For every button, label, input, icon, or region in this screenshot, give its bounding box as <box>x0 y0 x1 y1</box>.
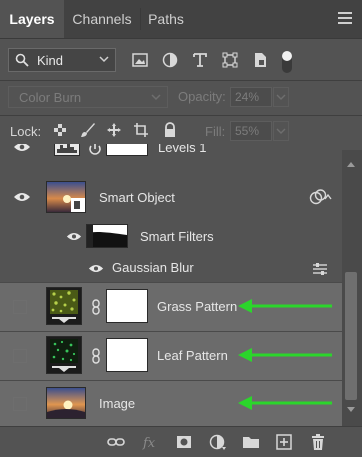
layer-row-levels[interactable]: Levels 1 <box>0 144 342 164</box>
visibility-toggle-empty[interactable] <box>13 300 27 314</box>
blend-mode-select[interactable]: Color Burn <box>8 86 168 108</box>
search-icon <box>15 53 29 67</box>
filter-blending-options-icon[interactable] <box>312 262 328 276</box>
layer-row-grass-pattern[interactable]: Grass Pattern <box>0 282 342 331</box>
smart-filters-label: Smart Filters <box>140 229 214 244</box>
fill-label: Fill: <box>205 124 226 139</box>
grass-pattern-mask-thumbnail <box>106 289 148 323</box>
lock-artboard-icon[interactable] <box>133 122 149 138</box>
new-adjustment-layer-icon[interactable] <box>208 433 226 451</box>
add-mask-icon[interactable] <box>175 433 193 451</box>
opacity-label: Opacity: <box>178 89 226 104</box>
panel-tab-bar: Layers Channels Paths <box>0 0 362 39</box>
levels-adjustment-thumbnail <box>54 144 80 156</box>
lock-position-move-icon[interactable] <box>106 122 122 138</box>
svg-text:fx: fx <box>142 436 156 451</box>
lock-pixels-brush-icon[interactable] <box>80 122 96 138</box>
layer-name: Levels 1 <box>158 144 207 155</box>
layer-name: Smart Object <box>99 190 175 205</box>
link-layers-icon[interactable] <box>107 433 125 451</box>
clip-link-icon <box>89 144 101 155</box>
chevron-down-icon <box>151 94 161 101</box>
image-layer-thumbnail <box>46 387 86 419</box>
layers-list: Levels 1 Smart Object Smart Filters Gaus… <box>0 144 342 426</box>
image-filter-icon[interactable] <box>131 51 149 69</box>
blend-mode-label: Color Burn <box>19 90 82 105</box>
delete-layer-trash-icon[interactable] <box>309 433 327 451</box>
layer-name: Image <box>99 396 136 411</box>
layer-row-smart-object[interactable]: Smart Object <box>0 176 342 218</box>
annotation-arrow-icon <box>238 396 332 410</box>
opacity-input[interactable]: 24% <box>230 87 272 107</box>
filter-kind-select[interactable]: Kind <box>8 48 116 72</box>
new-group-folder-icon[interactable] <box>242 433 260 451</box>
shape-filter-icon[interactable] <box>221 51 239 69</box>
annotation-arrow-icon <box>238 348 332 362</box>
new-layer-icon[interactable] <box>275 433 293 451</box>
fill-dropdown[interactable] <box>273 121 289 141</box>
eye-icon[interactable] <box>66 232 82 241</box>
filter-toggle[interactable] <box>282 51 292 73</box>
smart-filter-mask-thumbnail <box>86 224 128 248</box>
lock-label: Lock: <box>10 124 42 139</box>
layer-row-image[interactable]: Image <box>0 380 342 426</box>
tab-paths[interactable]: Paths <box>141 0 191 38</box>
leaf-pattern-mask-thumbnail <box>106 338 148 372</box>
visibility-toggle-empty[interactable] <box>13 349 27 363</box>
tab-channels[interactable]: Channels <box>64 0 140 38</box>
layers-bottom-toolbar: fx <box>0 426 362 457</box>
levels-mask-thumbnail <box>106 144 148 156</box>
layer-row-smart-filters[interactable]: Smart Filters <box>0 220 342 252</box>
annotation-arrow-icon <box>238 299 332 313</box>
layer-row-gaussian-blur[interactable]: Gaussian Blur <box>0 254 342 282</box>
scrollbar-thumb[interactable] <box>345 272 357 400</box>
layer-name: Leaf Pattern <box>157 348 228 363</box>
mask-link-chain-icon[interactable] <box>91 348 101 364</box>
eye-icon[interactable] <box>13 144 31 152</box>
layer-row-leaf-pattern[interactable]: Leaf Pattern <box>0 331 342 380</box>
chevron-down-icon <box>99 56 109 63</box>
adjustment-filter-icon[interactable] <box>161 51 179 69</box>
fx-layer-style-icon[interactable]: fx <box>142 433 160 451</box>
layers-panel: Layers Channels Paths Kind Color Burn Op… <box>0 0 362 457</box>
scroll-down-arrow-icon[interactable] <box>346 406 356 414</box>
eye-icon[interactable] <box>13 192 31 202</box>
filter-kind-label: Kind <box>37 53 64 68</box>
chevron-up-icon[interactable] <box>324 192 332 202</box>
smart-object-thumbnail <box>46 181 86 213</box>
fill-input[interactable]: 55% <box>230 121 272 141</box>
visibility-toggle-empty[interactable] <box>13 397 27 411</box>
scroll-up-arrow-icon[interactable] <box>346 160 356 168</box>
smart-object-filter-icon[interactable] <box>251 51 269 69</box>
lock-all-icon[interactable] <box>162 122 178 138</box>
leaf-pattern-thumbnail <box>46 336 82 374</box>
filter-name: Gaussian Blur <box>112 260 194 275</box>
lock-transparency-icon[interactable] <box>52 122 68 138</box>
panel-menu-icon[interactable] <box>338 12 352 24</box>
grass-pattern-thumbnail <box>46 287 82 325</box>
opacity-dropdown[interactable] <box>273 87 289 107</box>
type-filter-icon[interactable] <box>191 51 209 69</box>
eye-icon[interactable] <box>88 264 104 273</box>
tab-layers[interactable]: Layers <box>0 0 64 38</box>
mask-link-chain-icon[interactable] <box>91 299 101 315</box>
layer-name: Grass Pattern <box>157 299 238 314</box>
